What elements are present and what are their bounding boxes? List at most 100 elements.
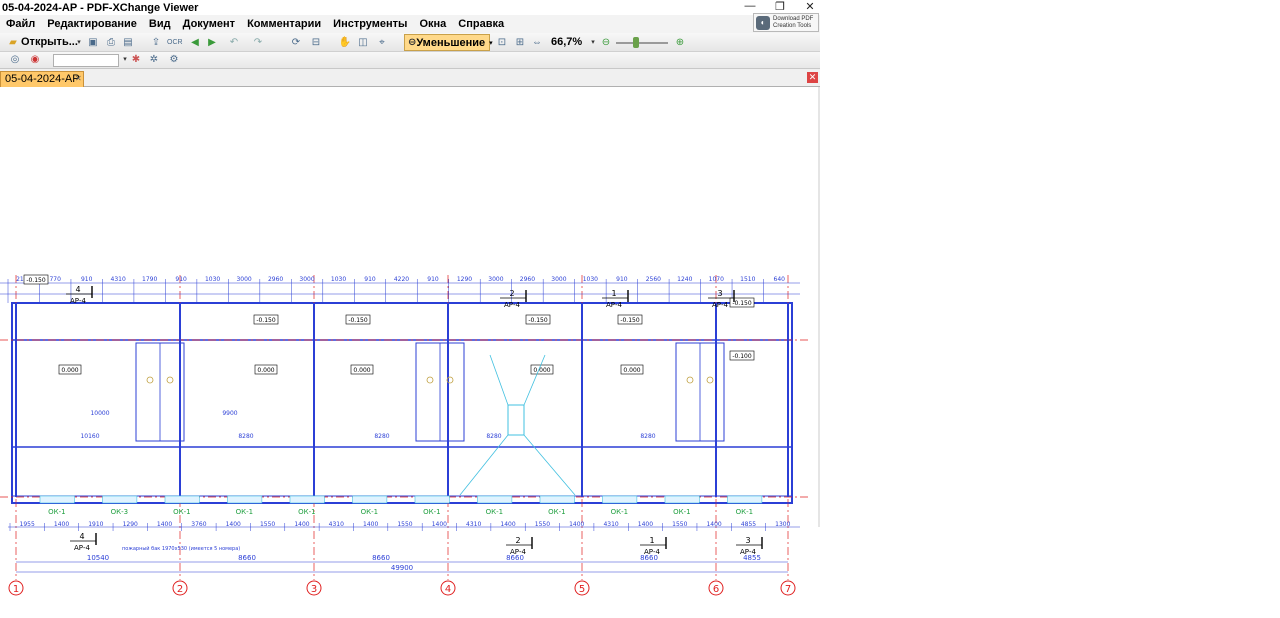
document-view[interactable]: 1234567219077091043101790910103030002960…: [0, 87, 820, 618]
menu-tools[interactable]: Инструменты: [327, 18, 413, 30]
window-mark: ОК-1: [611, 508, 628, 516]
window-title: 05-04-2024-AP - PDF-XChange Viewer: [2, 1, 199, 14]
window-opening: [414, 495, 450, 504]
top-dim-label: 1030: [583, 276, 598, 283]
undo-icon[interactable]: ↶: [227, 36, 241, 50]
zoom-slider-handle[interactable]: [633, 37, 639, 48]
bottom-dim-label: 1400: [500, 521, 515, 528]
menu-help[interactable]: Справка: [452, 18, 510, 30]
tank-note: пожарный бак 1970х530 (имеется 5 номера): [122, 545, 240, 552]
settings-icon[interactable]: ⚙: [167, 53, 181, 67]
section-ref: АР-4: [510, 548, 527, 556]
actual-size-icon[interactable]: ⊡: [495, 36, 509, 50]
bottom-dim-label: 4310: [603, 521, 618, 528]
open-button[interactable]: Открыть...: [21, 35, 78, 50]
section-number: 2: [515, 536, 520, 545]
section-ref: АР-4: [74, 544, 91, 552]
fit-page-icon[interactable]: ⊞: [513, 36, 527, 50]
zoom-slider[interactable]: [616, 37, 668, 48]
menu-windows[interactable]: Окна: [413, 18, 452, 30]
menu-file[interactable]: Файл: [0, 18, 41, 30]
minimize-button[interactable]: —: [744, 0, 756, 13]
export-icon[interactable]: ⇪: [149, 36, 163, 50]
open-folder-icon[interactable]: ▰: [6, 36, 20, 50]
search-input[interactable]: [53, 54, 119, 67]
top-dim-label: 2960: [520, 276, 535, 283]
fixture-icon: [706, 376, 714, 384]
highlight-icon[interactable]: ◉: [28, 53, 42, 67]
internal-dim-label: 10160: [80, 433, 99, 440]
window-mark: ОК-1: [423, 508, 440, 516]
main-toolbar: ▰ Открыть... ▾ ▣ ⎙ ▤ ⇪ OCR ◀ ▶ ↶ ↷ ⟳ ⊟ ✋…: [0, 33, 820, 52]
hand-tool-icon[interactable]: ✋: [338, 36, 352, 50]
zoom-mode-chevron-icon: ▾: [489, 39, 493, 47]
close-document-icon[interactable]: ✕: [807, 72, 818, 83]
top-dim-label: 910: [364, 276, 376, 283]
bottom-dim-label: 1400: [363, 521, 378, 528]
vertical-scrollbar[interactable]: [818, 87, 820, 527]
top-dim-label: 3000: [488, 276, 503, 283]
level-mark: -0.150: [256, 317, 276, 324]
ocr-icon[interactable]: OCR: [167, 36, 183, 50]
download-creation-tools-button[interactable]: ◐ Download PDF Creation Tools: [753, 13, 819, 32]
document-tab[interactable]: 05-04-2024-AP ✕: [0, 71, 84, 87]
open-dropdown-arrow-icon[interactable]: ▾: [72, 36, 86, 50]
section-number: 4: [79, 532, 84, 541]
bottom-dim-label: 1550: [535, 521, 550, 528]
axis-label-7: 7: [785, 584, 791, 595]
save-icon[interactable]: ▣: [86, 36, 100, 50]
maximize-button[interactable]: ❐: [774, 0, 786, 13]
section-ref: АР-4: [644, 548, 661, 556]
scan-icon[interactable]: ▤: [121, 36, 135, 50]
fit-width-icon[interactable]: ⇔: [530, 36, 544, 50]
section-number: 4: [75, 285, 80, 294]
room-level: 0.000: [257, 367, 274, 374]
fixture-icon: [686, 376, 694, 384]
back-icon[interactable]: ◀: [188, 36, 202, 50]
window-mark: ОК-1: [48, 508, 65, 516]
window-opening: [164, 495, 200, 504]
menu-edit[interactable]: Редактирование: [41, 18, 143, 30]
select-tool-icon[interactable]: ⌖: [375, 36, 389, 50]
zoom-in-icon[interactable]: ⊕: [673, 36, 687, 50]
rotate-icon[interactable]: ⟳: [289, 36, 303, 50]
menu-document[interactable]: Документ: [177, 18, 241, 30]
zoom-mode-dropdown[interactable]: ⊖ Уменьшение ▾: [404, 34, 493, 51]
close-button[interactable]: ✕: [804, 0, 816, 13]
fixture-icon: [166, 376, 174, 384]
find-icon[interactable]: ✱: [129, 53, 143, 67]
top-dim-label: 1030: [205, 276, 220, 283]
bottom-dim-label: 1550: [260, 521, 275, 528]
window-mark: ОК-1: [173, 508, 190, 516]
print-icon[interactable]: ⎙: [104, 36, 118, 50]
snapshot-icon[interactable]: ◫: [356, 36, 370, 50]
top-dim-label: 910: [427, 276, 439, 283]
zoom-out-icon[interactable]: ⊖: [599, 36, 613, 50]
axis-label-3: 3: [311, 584, 317, 595]
bottom-dim-label: 1400: [157, 521, 172, 528]
pdf-viewer-window: 05-04-2024-AP - PDF-XChange Viewer — ❐ ✕…: [0, 0, 820, 618]
axis-label-4: 4: [445, 584, 451, 595]
hall-diagonal: [459, 434, 509, 496]
top-dim-label: 1290: [457, 276, 472, 283]
zoom-level-dropdown-icon[interactable]: ▾: [586, 36, 600, 50]
section-number: 1: [611, 289, 616, 298]
find-next-icon[interactable]: ✲: [147, 53, 161, 67]
redo-icon[interactable]: ↷: [251, 36, 265, 50]
tab-close-icon[interactable]: ✕: [75, 72, 82, 86]
window-mark: ОК-1: [736, 508, 753, 516]
window-opening: [539, 495, 575, 504]
internal-dim-label: 9900: [222, 410, 237, 417]
bottom-dim-label: 4310: [466, 521, 481, 528]
window-opening: [477, 495, 513, 504]
window-mark: ОК-1: [486, 508, 503, 516]
page-layout-icon[interactable]: ⊟: [309, 36, 323, 50]
top-dim-label: 4310: [111, 276, 126, 283]
menu-comments[interactable]: Комментарии: [241, 18, 327, 30]
internal-dim-label: 8280: [640, 433, 655, 440]
view-icon[interactable]: ◎: [8, 53, 22, 67]
bottom-dim-label: 1400: [54, 521, 69, 528]
forward-icon[interactable]: ▶: [205, 36, 219, 50]
internal-dim-label: 8280: [238, 433, 253, 440]
menu-view[interactable]: Вид: [143, 18, 177, 30]
